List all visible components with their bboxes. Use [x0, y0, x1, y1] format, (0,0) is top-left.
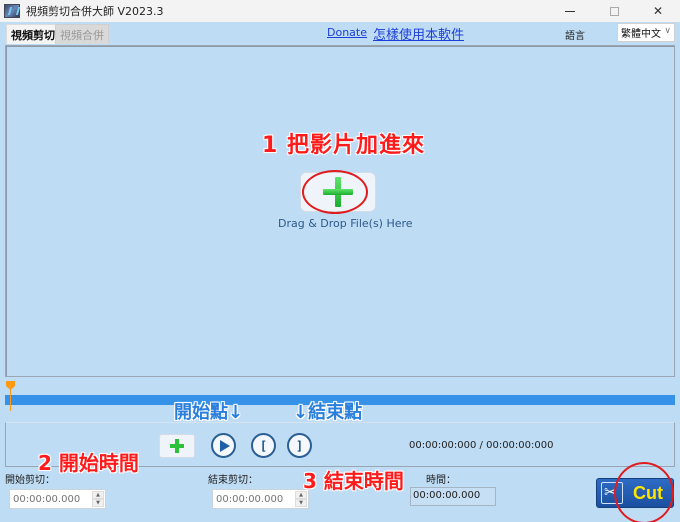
- title-bar: 視頻剪切合併大師 V2023.3 ✕: [0, 0, 680, 22]
- duration-label: 時間：: [426, 475, 456, 486]
- play-icon: [220, 439, 230, 452]
- annotation-step-1: 1 把影片加進來: [262, 133, 425, 158]
- tab-video-merge[interactable]: 視頻合併: [55, 24, 109, 44]
- bracket-right-icon: ]: [295, 438, 304, 453]
- add-video-button[interactable]: [159, 434, 195, 458]
- end-cut-label: 結束剪切：: [208, 475, 258, 486]
- timeline-handle-line: [10, 388, 11, 411]
- window-controls: ✕: [548, 0, 680, 22]
- language-label: 語言: [565, 31, 585, 42]
- close-button[interactable]: ✕: [636, 0, 680, 22]
- close-icon: ✕: [652, 4, 664, 18]
- end-time-input[interactable]: [213, 491, 291, 507]
- duration-value: 00:00:00.000: [410, 487, 496, 506]
- maximize-button[interactable]: [592, 0, 636, 22]
- cut-button[interactable]: Cut: [596, 478, 674, 508]
- set-start-button[interactable]: [: [251, 433, 276, 458]
- play-button[interactable]: [211, 433, 236, 458]
- language-select[interactable]: 繁體中文 ∨: [617, 23, 675, 42]
- chevron-down-icon: ∨: [664, 26, 671, 36]
- window-title: 視頻剪切合併大師 V2023.3: [26, 5, 164, 18]
- donate-link[interactable]: Donate: [327, 26, 367, 39]
- tab-video-cut[interactable]: 視頻剪切: [6, 24, 60, 44]
- set-end-button[interactable]: ]: [287, 433, 312, 458]
- end-time-spinner[interactable]: ▲ ▼: [212, 489, 309, 509]
- bracket-left-icon: [: [259, 438, 268, 453]
- start-time-input[interactable]: [10, 491, 88, 507]
- cut-button-label: Cut: [633, 482, 663, 503]
- start-time-spinner[interactable]: ▲ ▼: [9, 489, 106, 509]
- language-selected-value: 繁體中文: [621, 29, 661, 40]
- increment-button[interactable]: ▲: [92, 491, 104, 499]
- annotation-start-point: 開始點↓: [174, 402, 244, 423]
- how-to-use-link[interactable]: 怎樣使用本軟件: [373, 24, 464, 43]
- decrement-button[interactable]: ▼: [92, 499, 104, 507]
- app-logo-icon: [4, 4, 20, 18]
- minimize-icon: [565, 10, 575, 12]
- start-time-stepper[interactable]: ▲ ▼: [92, 491, 104, 507]
- maximize-icon: [609, 6, 619, 16]
- annotation-end-point: ↓結束點: [293, 402, 363, 423]
- plus-icon: [323, 177, 353, 207]
- annotation-step-3: 3 結束時間: [303, 469, 404, 493]
- scissors-film-icon: [601, 482, 623, 504]
- time-readout: 00:00:00:000 / 00:00:00:000: [409, 440, 554, 451]
- drag-drop-hint: Drag & Drop File(s) Here: [278, 217, 413, 230]
- decrement-button[interactable]: ▼: [295, 499, 307, 507]
- add-file-button[interactable]: [300, 172, 376, 212]
- plus-icon: [170, 439, 184, 453]
- minimize-button[interactable]: [548, 0, 592, 22]
- annotation-step-2: 2 開始時間: [38, 451, 139, 475]
